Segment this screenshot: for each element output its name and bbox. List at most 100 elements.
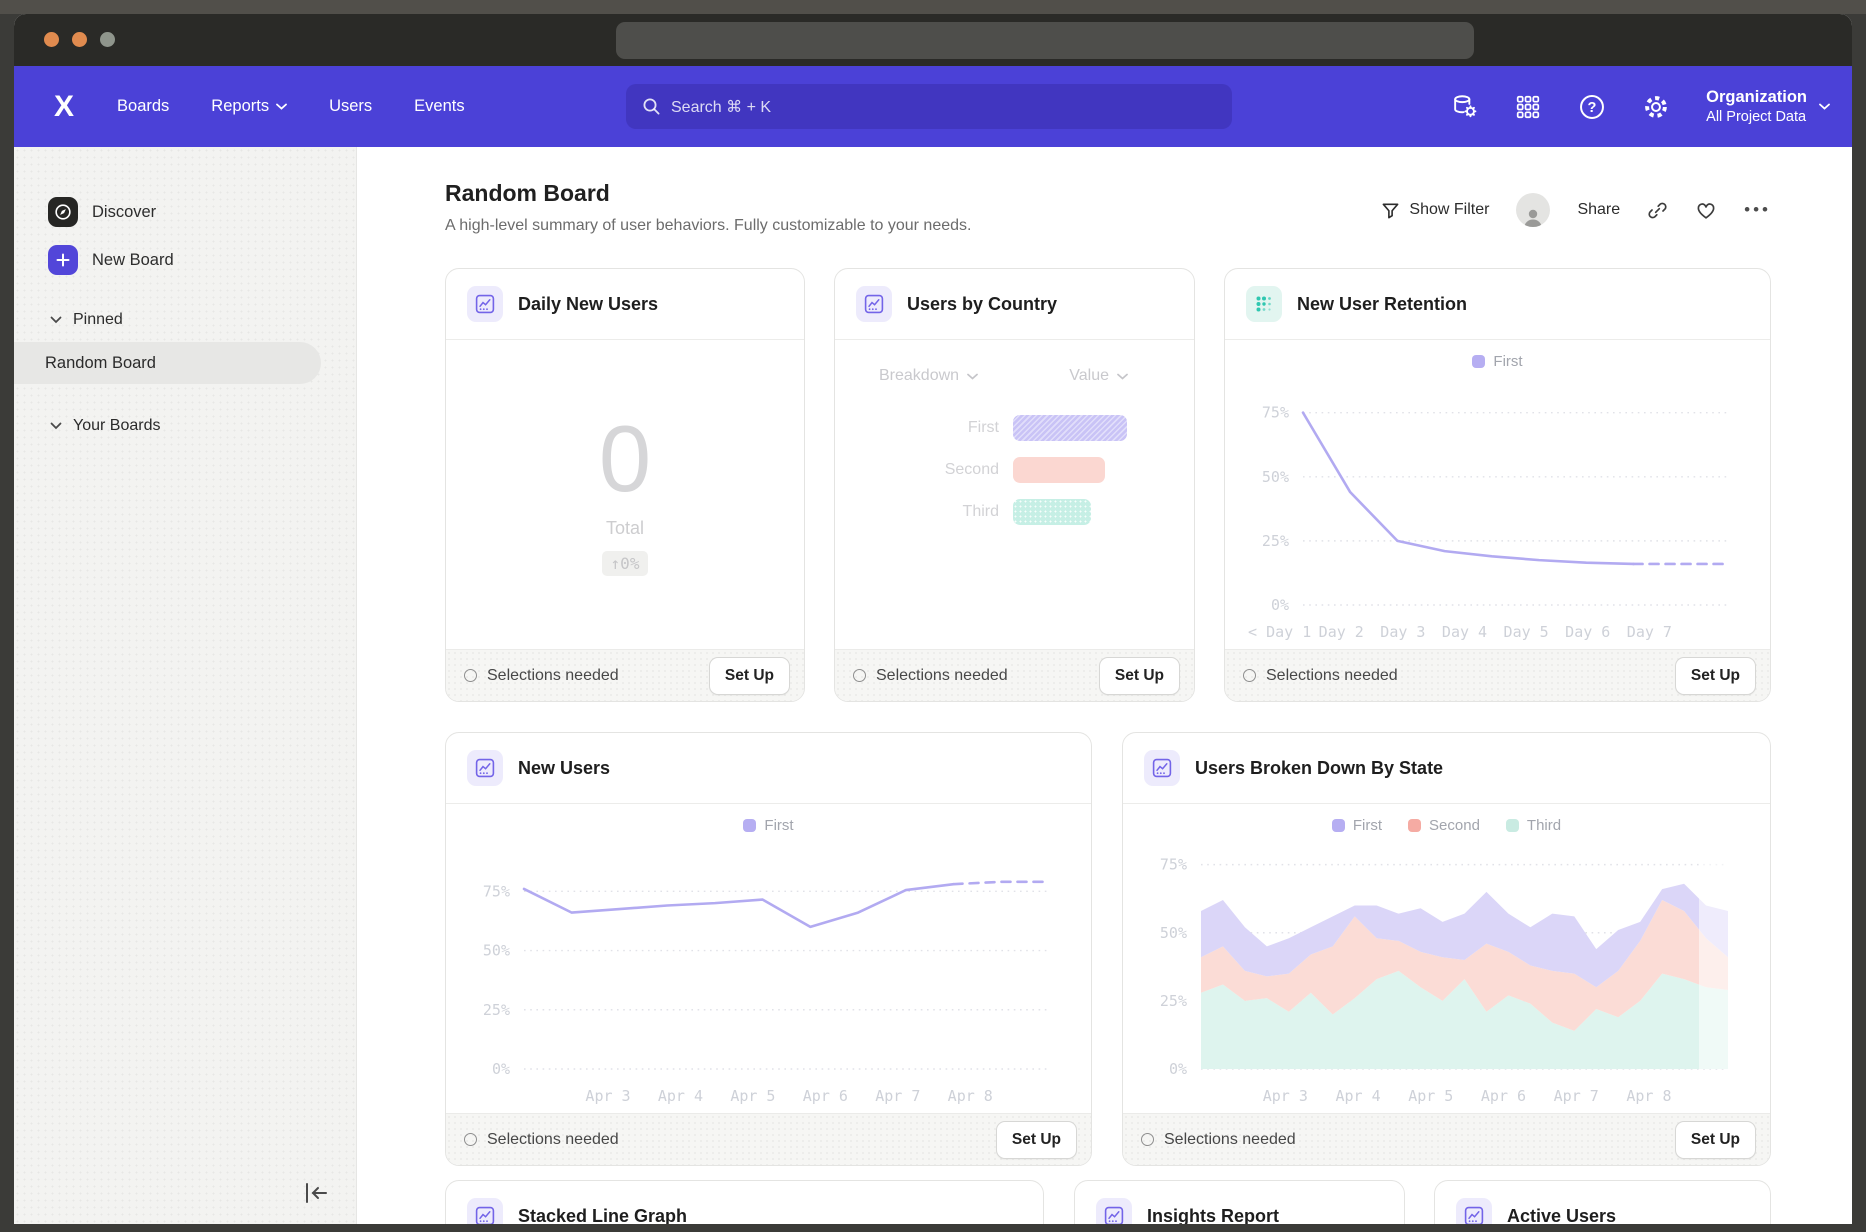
card-new-user-retention: New User Retention First75%50%25%0%< Day… [1224, 268, 1771, 702]
line-chart-icon [467, 286, 503, 322]
svg-text:Apr 5: Apr 5 [730, 1087, 775, 1105]
status-circle-icon [853, 669, 866, 682]
bar-row: Second [835, 457, 1194, 483]
svg-text:50%: 50% [483, 942, 510, 960]
window-minimize-button[interactable] [72, 32, 87, 47]
set-up-button[interactable]: Set Up [1675, 657, 1756, 695]
svg-text:0%: 0% [492, 1060, 510, 1078]
org-scope: All Project Data [1706, 108, 1807, 126]
svg-text:?: ? [1588, 100, 1597, 116]
line-chart-icon [1144, 750, 1180, 786]
line-chart-icon [1456, 1198, 1492, 1224]
show-filter-button[interactable]: Show Filter [1381, 201, 1489, 220]
svg-text:Day 6: Day 6 [1565, 623, 1610, 641]
card-users-by-country: Users by Country Breakdown Value First [834, 268, 1195, 702]
sidebar-item-discover[interactable]: Discover [48, 197, 356, 227]
desktop-frame [0, 0, 1866, 14]
svg-text:Apr 3: Apr 3 [585, 1087, 630, 1105]
svg-text:Apr 4: Apr 4 [658, 1087, 703, 1105]
card-stacked-line-graph: Stacked Line Graph [445, 1180, 1044, 1224]
nav-item-users[interactable]: Users [329, 97, 372, 116]
plus-icon [48, 245, 78, 275]
svg-text:Apr 8: Apr 8 [1626, 1087, 1671, 1105]
card-daily-new-users: Daily New Users 0 Total ↑0% Selections n… [445, 268, 805, 702]
line-chart-icon [1096, 1198, 1132, 1224]
card-title: Stacked Line Graph [518, 1206, 687, 1225]
chart-legend: First [1225, 339, 1770, 373]
svg-text:Apr 7: Apr 7 [1554, 1087, 1599, 1105]
browser-titlebar [14, 14, 1852, 66]
sidebar-collapse-button[interactable] [302, 1180, 330, 1206]
svg-text:50%: 50% [1262, 468, 1289, 486]
bar-first [1013, 415, 1127, 441]
window-close-button[interactable] [44, 32, 59, 47]
metric-value: 0 [599, 412, 651, 506]
svg-text:< Day 1: < Day 1 [1248, 623, 1311, 641]
set-up-button[interactable]: Set Up [709, 657, 790, 695]
svg-text:Apr 7: Apr 7 [875, 1087, 920, 1105]
svg-text:0%: 0% [1271, 596, 1289, 614]
svg-text:Apr 6: Apr 6 [803, 1087, 848, 1105]
breakdown-dropdown[interactable]: Breakdown [879, 367, 978, 385]
svg-text:25%: 25% [1262, 532, 1289, 550]
more-options-button[interactable]: ••• [1744, 200, 1771, 220]
sidebar-section-pinned[interactable]: Pinned [50, 311, 356, 329]
card-insights-report: Insights Report [1074, 1180, 1405, 1224]
nav-item-events[interactable]: Events [414, 97, 464, 116]
sidebar-item-random-board[interactable]: Random Board [14, 342, 321, 384]
retention-line-chart: First75%50%25%0%< Day 1Day 2Day 3Day 4Da… [1225, 339, 1770, 649]
bar-second [1013, 457, 1105, 483]
svg-text:75%: 75% [483, 882, 510, 900]
page-subtitle: A high-level summary of user behaviors. … [445, 217, 971, 235]
sidebar-section-your-boards[interactable]: Your Boards [50, 417, 356, 435]
status-circle-icon [1141, 1133, 1154, 1146]
search-input[interactable]: Search ⌘ + K [626, 84, 1232, 129]
nav-item-reports[interactable]: Reports [211, 97, 287, 116]
chevron-down-icon [50, 316, 62, 324]
org-switcher[interactable]: Organization All Project Data [1706, 87, 1830, 126]
sidebar-item-new-board[interactable]: New Board [48, 245, 356, 275]
window-zoom-button[interactable] [100, 32, 115, 47]
copy-link-icon[interactable] [1647, 200, 1668, 221]
favorite-heart-icon[interactable] [1695, 200, 1717, 220]
set-up-button[interactable]: Set Up [996, 1121, 1077, 1159]
sidebar: Discover New Board Pinned Random Board Y… [14, 147, 357, 1224]
svg-text:Apr 8: Apr 8 [948, 1087, 993, 1105]
card-title: New User Retention [1297, 294, 1467, 315]
svg-text:Day 3: Day 3 [1380, 623, 1425, 641]
svg-text:25%: 25% [1160, 992, 1187, 1010]
set-up-button[interactable]: Set Up [1675, 1121, 1756, 1159]
nav-item-boards[interactable]: Boards [117, 97, 169, 116]
browser-window: X Boards Reports Users Events Search ⌘ +… [14, 14, 1852, 1224]
settings-gear-icon[interactable] [1642, 93, 1670, 121]
metric-delta-badge: ↑0% [602, 551, 649, 576]
help-icon[interactable]: ? [1578, 93, 1606, 121]
svg-text:Apr 4: Apr 4 [1335, 1087, 1380, 1105]
apps-grid-icon[interactable] [1514, 93, 1542, 121]
metric-label: Total [606, 518, 644, 539]
svg-text:Day 5: Day 5 [1504, 623, 1549, 641]
page-title: Random Board [445, 180, 971, 207]
browser-address-bar[interactable] [616, 22, 1474, 59]
card-active-users: Active Users [1434, 1180, 1771, 1224]
svg-text:50%: 50% [1160, 924, 1187, 942]
set-up-button[interactable]: Set Up [1099, 657, 1180, 695]
bar-third [1013, 499, 1091, 525]
line-chart-icon [467, 1198, 503, 1224]
chevron-down-icon [276, 103, 287, 110]
svg-text:Apr 5: Apr 5 [1408, 1087, 1453, 1105]
retention-grid-icon [1246, 286, 1282, 322]
data-management-icon[interactable] [1450, 93, 1478, 121]
share-button[interactable]: Share [1577, 201, 1620, 219]
status-circle-icon [464, 669, 477, 682]
value-dropdown[interactable]: Value [1069, 367, 1128, 385]
card-users-by-state: Users Broken Down By State FirstSecondTh… [1122, 732, 1771, 1166]
bar-row: First [835, 415, 1194, 441]
app-navbar: X Boards Reports Users Events Search ⌘ +… [14, 66, 1852, 147]
new-users-line-chart: First75%50%25%0%Apr 3Apr 4Apr 5Apr 6Apr … [446, 803, 1091, 1113]
svg-text:25%: 25% [483, 1001, 510, 1019]
svg-text:Apr 6: Apr 6 [1481, 1087, 1526, 1105]
status-circle-icon [1243, 669, 1256, 682]
avatar[interactable] [1516, 193, 1550, 227]
stacked-area-chart: FirstSecondThird75%50%25%0%Apr 3Apr 4Apr… [1123, 803, 1770, 1113]
